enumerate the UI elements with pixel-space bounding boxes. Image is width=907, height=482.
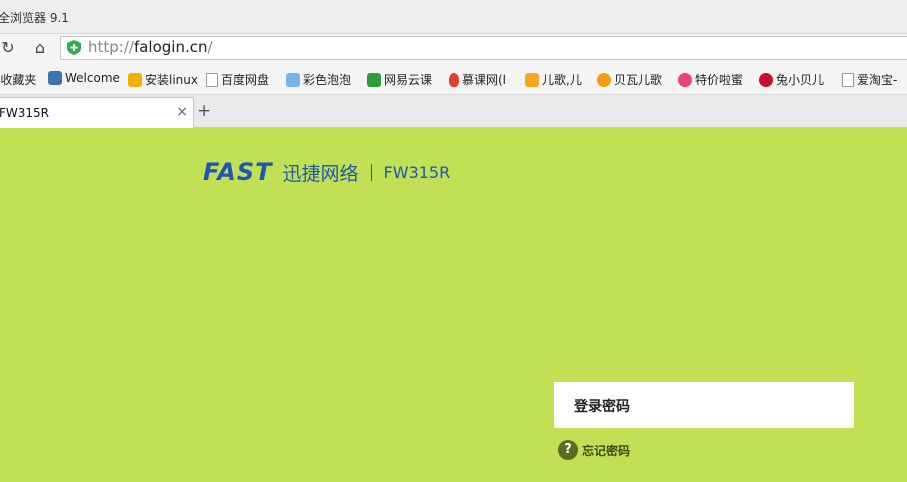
python-icon bbox=[48, 71, 62, 85]
title-bar: 全浏览器 9.1 bbox=[0, 0, 907, 33]
close-icon[interactable]: × bbox=[176, 104, 188, 120]
tab-strip: FW315R × + bbox=[0, 95, 907, 128]
pig-icon bbox=[678, 72, 692, 87]
bookmark-label: 安装linux bbox=[145, 73, 198, 87]
bookmark-item[interactable]: 特价啦蜜 bbox=[678, 71, 743, 88]
bookmark-item[interactable]: 百度网盘 bbox=[206, 71, 269, 88]
url-text: http://falogin.cn/ bbox=[88, 38, 213, 56]
bookmark-item[interactable]: 兔小贝儿 bbox=[759, 71, 824, 88]
forgot-password-link[interactable]: ? 忘记密码 bbox=[558, 440, 630, 460]
url-host: falogin.cn bbox=[133, 38, 208, 56]
bookmark-label: 网易云课 bbox=[384, 73, 433, 87]
bookmark-item[interactable]: 彩色泡泡 bbox=[286, 71, 351, 88]
face-icon bbox=[597, 72, 611, 87]
forgot-password-label: 忘记密码 bbox=[582, 443, 631, 458]
flame-icon bbox=[449, 72, 459, 87]
bookmark-label: Welcome bbox=[65, 71, 120, 85]
page-icon bbox=[842, 72, 854, 87]
url-path: / bbox=[207, 38, 213, 56]
bookmark-item[interactable]: 爱淘宝- bbox=[842, 71, 897, 88]
image-icon bbox=[286, 72, 300, 87]
bookmarks-bar: l收藏夹 Welcome 安装linux 百度网盘 彩色泡泡 网易云课 慕课网(… bbox=[0, 62, 907, 95]
tab-fw315r[interactable]: FW315R × bbox=[0, 97, 194, 128]
bookmark-item[interactable]: Welcome bbox=[48, 71, 120, 85]
shield-icon bbox=[67, 40, 81, 55]
address-toolbar: ↻ ⌂ http://falogin.cn/ bbox=[0, 33, 907, 62]
bookmark-label: 兔小贝儿 bbox=[776, 73, 825, 87]
bookmark-label: 爱淘宝- bbox=[857, 73, 898, 87]
bookmark-item[interactable]: 儿歌,儿 bbox=[525, 71, 582, 88]
model-name: FW315R bbox=[383, 162, 451, 182]
trophy-icon bbox=[128, 72, 142, 87]
bookmark-label: 彩色泡泡 bbox=[303, 73, 352, 87]
password-placeholder: 登录密码 bbox=[574, 399, 630, 415]
refresh-icon[interactable]: ↻ bbox=[0, 38, 18, 58]
window-title: 全浏览器 9.1 bbox=[0, 11, 69, 25]
home-icon[interactable]: ⌂ bbox=[30, 38, 50, 58]
book-icon bbox=[367, 72, 381, 87]
bookmark-label: 儿歌,儿 bbox=[542, 73, 582, 87]
bookmark-item[interactable]: 慕课网(l bbox=[449, 71, 506, 88]
bookmark-item[interactable]: 贝瓦儿歌 bbox=[597, 71, 662, 88]
divider bbox=[370, 163, 372, 181]
password-field[interactable]: 登录密码 bbox=[554, 382, 854, 428]
router-login-page: FAST 迅捷网络 FW315R 登录密码 ? 忘记密码 bbox=[0, 128, 907, 482]
tab-label: FW315R bbox=[0, 106, 50, 120]
play-icon bbox=[759, 72, 773, 87]
bookmark-label: 贝瓦儿歌 bbox=[614, 73, 663, 87]
bookmark-item[interactable]: 网易云课 bbox=[367, 71, 432, 88]
brand-chinese-name: 迅捷网络 bbox=[282, 162, 359, 185]
bookmark-label: 百度网盘 bbox=[221, 73, 270, 87]
question-icon: ? bbox=[558, 440, 578, 460]
bookmark-item[interactable]: 安装linux bbox=[128, 71, 198, 88]
bookmark-label: 特价啦蜜 bbox=[695, 73, 744, 87]
bookmark-item[interactable]: l收藏夹 bbox=[0, 71, 36, 88]
url-scheme: http:// bbox=[88, 38, 134, 56]
page-icon bbox=[206, 72, 218, 87]
new-tab-button[interactable]: + bbox=[197, 101, 211, 121]
url-input[interactable]: http://falogin.cn/ bbox=[60, 36, 907, 60]
music-icon bbox=[525, 72, 539, 87]
bookmark-label: 慕课网(l bbox=[462, 73, 507, 87]
fast-logo: FAST bbox=[203, 158, 273, 186]
bookmark-label: l收藏夹 bbox=[0, 73, 37, 87]
brand-header: FAST 迅捷网络 FW315R bbox=[203, 158, 450, 186]
